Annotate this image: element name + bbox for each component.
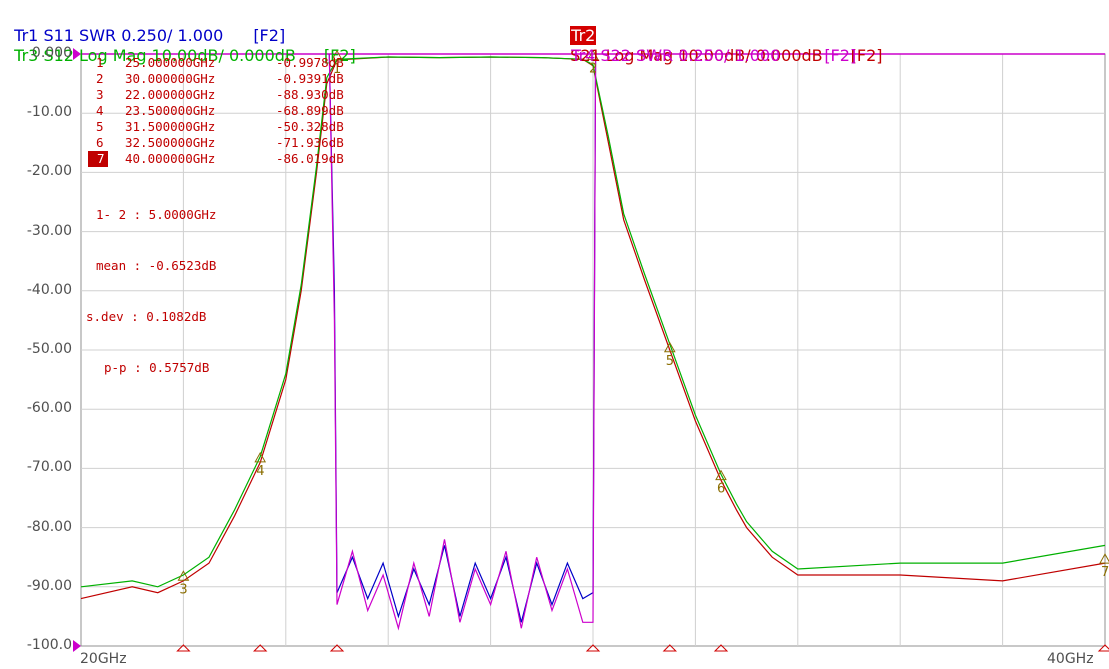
marker-index: 7 (88, 151, 108, 167)
marker-frequency: 30.000000GHz (125, 71, 216, 86)
marker-3-label: 3 (179, 582, 187, 597)
trace4-key: [F2] (824, 46, 857, 65)
x-start-label: 20GHz (80, 651, 127, 667)
y-tick-label: -40.00 (26, 281, 72, 298)
marker-frequency: 22.000000GHz (125, 87, 216, 102)
marker-4-label: 4 (256, 464, 264, 479)
marker-index: 5 (96, 119, 104, 134)
marker-value: -50.328dB (276, 119, 344, 134)
marker-5-label: 5 (666, 354, 674, 369)
marker-index: 1 (96, 55, 104, 70)
y-tick-label: -50.00 (26, 341, 72, 357)
y-tick-label: 0.000 (31, 45, 72, 61)
y-tick-label: -20.00 (26, 163, 72, 180)
marker-7-label: 7 (1101, 565, 1109, 580)
trace-line-3 (328, 53, 597, 631)
stats-mean: mean : -0.6523dB (96, 258, 217, 273)
marker-value: -71.936dB (276, 135, 344, 150)
marker-value: -86.019dB (276, 151, 344, 166)
marker-6-label: 6 (717, 482, 725, 497)
stats-pp: p-p : 0.5757dB (104, 360, 210, 375)
y-tick-label: -30.00 (26, 222, 72, 239)
trace-line-2 (328, 53, 597, 623)
y-tick-label: -70.00 (26, 459, 72, 476)
marker-frequency: 25.000000GHz (125, 55, 216, 70)
marker-frequency: 23.500000GHz (125, 103, 216, 118)
trace4-label: Tr4 S22 SWR 0.250/ 1.000 (571, 46, 781, 65)
marker-index: 6 (96, 135, 104, 150)
marker-value: -88.930dB (276, 87, 344, 102)
marker-index: 3 (96, 87, 104, 102)
marker-statistics: 1- 2 : 5.0000GHz mean : -0.6523dB s.dev … (86, 172, 216, 393)
y-tick-label: -100.0 (26, 637, 72, 653)
y-tick-label: -90.00 (26, 577, 72, 594)
stats-sdev: s.dev : 0.1082dB (86, 309, 207, 324)
marker-value: -0.9978dB (276, 55, 344, 70)
y-tick-label: -80.00 (26, 518, 72, 535)
trace4-header[interactable]: Tr4 S22 SWR 0.250/ 1.000 [F2] (561, 26, 856, 66)
x-stop-label: 40GHz (1047, 651, 1094, 667)
y-tick-label: -60.00 (26, 400, 72, 417)
marker-frequency: 32.500000GHz (125, 135, 216, 150)
marker-value: -0.9391dB (276, 71, 344, 86)
y-tick-label: -10.00 (26, 104, 72, 121)
stats-span: 1- 2 : 5.0000GHz (96, 207, 217, 222)
marker-index: 4 (96, 103, 104, 118)
marker-index: 2 (96, 71, 104, 86)
marker-value: -68.899dB (276, 103, 344, 118)
marker-frequency: 40.000000GHz (125, 151, 216, 166)
marker-frequency: 31.500000GHz (125, 119, 216, 134)
